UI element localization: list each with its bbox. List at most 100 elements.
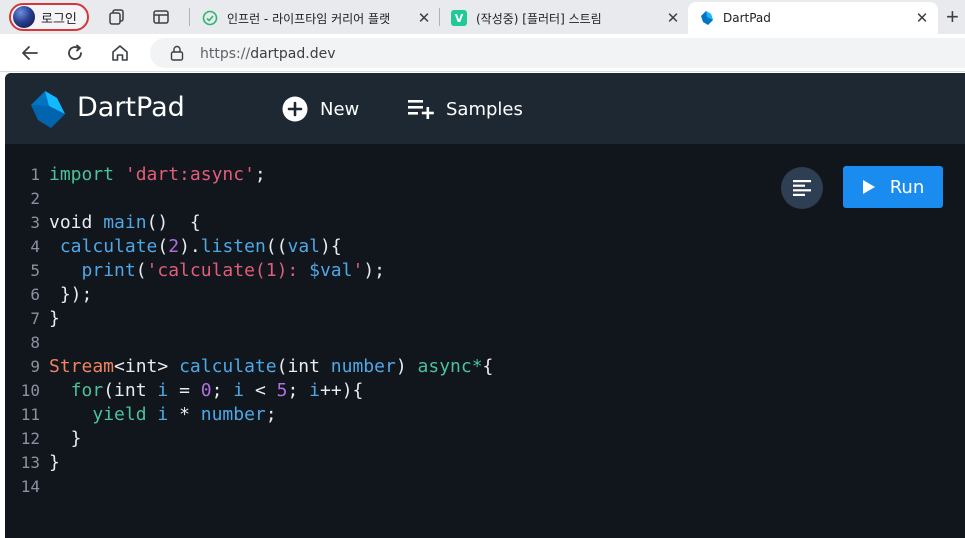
code-token: ; <box>287 380 310 401</box>
dartpad-app: DartPad New Samples 1 import 'dart:async'… <box>5 73 965 538</box>
code-token: 5 <box>276 380 288 401</box>
close-icon[interactable]: ✕ <box>914 9 930 27</box>
code-token: print <box>81 260 136 281</box>
profile-button[interactable]: 로그인 <box>9 3 89 31</box>
code-token: (int <box>103 380 158 401</box>
code-token: for <box>70 380 104 401</box>
url-text: https://dartpad.dev <box>200 46 336 62</box>
inflearn-icon <box>202 10 218 26</box>
code-token: yield <box>92 404 147 425</box>
code-token: ). <box>179 236 201 257</box>
browser-toolbar: https://dartpad.dev <box>0 34 965 72</box>
line-number: 6 <box>30 285 40 304</box>
tab-separator <box>189 8 190 26</box>
code-token: ( <box>135 260 147 281</box>
back-arrow-icon[interactable] <box>20 43 40 63</box>
line-number: 8 <box>30 333 40 352</box>
code-token: i <box>233 380 245 401</box>
code-token: }); <box>49 284 93 305</box>
code-token: < <box>244 380 277 401</box>
playlist-add-icon <box>408 100 434 119</box>
code-token: ' <box>352 260 364 281</box>
url-host: dartpad.dev <box>250 46 336 62</box>
tab-velog[interactable]: V (작성중) [플러터] 스트림 ✕ <box>449 2 681 34</box>
code-token: ; <box>265 404 277 425</box>
format-button[interactable] <box>781 167 823 209</box>
code-line: 2 <box>5 187 775 211</box>
code-token: Stream <box>49 356 115 377</box>
samples-button[interactable]: Samples <box>408 95 523 123</box>
line-number: 5 <box>30 261 40 280</box>
code-token: 2 <box>168 236 180 257</box>
code-line: 3 void main() { <box>5 211 775 235</box>
line-number: 7 <box>30 309 40 328</box>
code-token: (( <box>265 236 288 257</box>
code-token: } <box>49 452 60 473</box>
code-token: 'dart:async' <box>124 164 255 185</box>
code-line: 8 <box>5 331 775 355</box>
browser-tab-strip: 로그인 인프런 - 라이프타임 커리어 플랫 ✕ V (작성중) [플러터] 스… <box>0 0 965 34</box>
code-line: 7} <box>5 307 775 331</box>
code-token: void <box>49 212 93 233</box>
url-scheme: https:// <box>200 46 251 62</box>
tab-title: DartPad <box>723 11 771 25</box>
line-number: 10 <box>20 381 40 400</box>
code-editor[interactable]: 1 import 'dart:async'; 2 3 void main() { 4… <box>5 144 965 538</box>
code-token: ){ <box>320 236 342 257</box>
samples-button-label: Samples <box>446 98 523 120</box>
workspaces-icon[interactable] <box>108 8 126 26</box>
code-token: i <box>157 404 169 425</box>
v-icon: V <box>451 10 467 26</box>
code-line: 1 import 'dart:async'; <box>5 163 775 187</box>
run-button-label: Run <box>889 176 925 198</box>
code-token: } <box>49 428 82 449</box>
home-icon[interactable] <box>110 43 130 63</box>
code-token: i <box>157 380 169 401</box>
dart-icon <box>698 10 714 26</box>
close-icon[interactable]: ✕ <box>665 9 681 27</box>
line-number: 1 <box>30 165 40 184</box>
tab-title: (작성중) [플러터] 스트림 <box>476 11 602 26</box>
code-token: ++){ <box>320 380 364 401</box>
code-token: * <box>168 404 201 425</box>
code-line: 10 for(int i = 0; i < 5; i++){ <box>5 379 775 403</box>
code-token: <int> <box>114 356 180 377</box>
address-bar[interactable]: https://dartpad.dev <box>150 38 965 68</box>
code-token: val <box>287 236 320 257</box>
code-line: 4 calculate(2).listen((val){ <box>5 235 775 259</box>
code-token: async* <box>417 356 483 377</box>
new-tab-button[interactable]: + <box>946 4 959 30</box>
code-token: import <box>49 164 115 185</box>
tab-dartpad[interactable]: DartPad ✕ <box>688 2 938 34</box>
app-title: DartPad <box>77 92 185 123</box>
code-token: calculate <box>179 356 277 377</box>
code-token: { <box>482 356 494 377</box>
line-number: 13 <box>20 453 40 472</box>
tab-title: 인프런 - 라이프타임 커리어 플랫 <box>227 11 391 26</box>
reload-icon[interactable] <box>65 43 85 63</box>
new-button[interactable]: New <box>282 95 359 123</box>
close-icon[interactable]: ✕ <box>416 9 432 27</box>
code-token: 0 <box>200 380 212 401</box>
code-line: 9 Stream<int> calculate(int number) async… <box>5 355 775 379</box>
code-token: main <box>103 212 147 233</box>
code-token: } <box>49 308 60 329</box>
code-line: 14 <box>5 475 775 499</box>
code-token: $val <box>309 260 353 281</box>
line-number: 11 <box>20 405 40 424</box>
tab-inflearn[interactable]: 인프런 - 라이프타임 커리어 플랫 ✕ <box>200 2 432 34</box>
code-token: i <box>309 380 321 401</box>
vertical-tabs-icon[interactable] <box>152 8 170 26</box>
new-button-label: New <box>320 98 360 120</box>
code-token: 'calculate(1): <box>146 260 310 281</box>
avatar <box>13 6 35 28</box>
run-button[interactable]: Run <box>843 166 943 208</box>
app-header: DartPad New Samples <box>5 73 965 144</box>
lock-icon[interactable] <box>170 45 184 61</box>
